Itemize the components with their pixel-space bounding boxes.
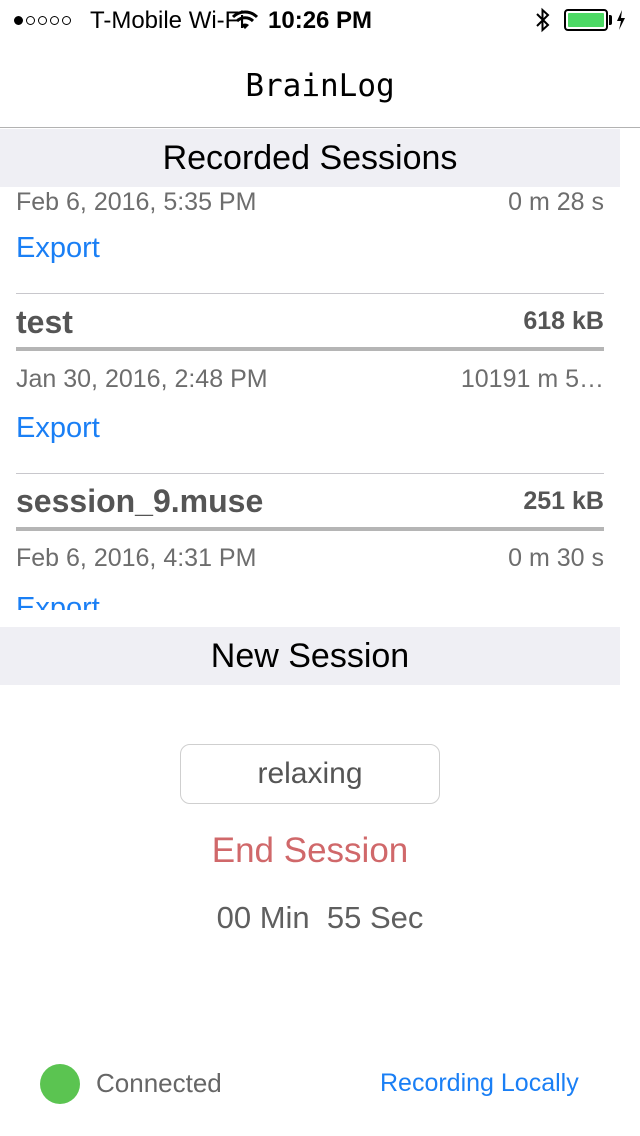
status-bar: T-Mobile Wi-Fi 10:26 PM bbox=[0, 0, 640, 40]
charging-bolt-icon bbox=[616, 9, 626, 36]
carrier-name: T-Mobile Wi-Fi bbox=[90, 7, 245, 34]
nav-title: BrainLog bbox=[245, 68, 395, 104]
session-name[interactable]: test bbox=[16, 303, 73, 341]
session-size: 251 kB bbox=[523, 487, 604, 515]
nav-divider bbox=[0, 127, 640, 128]
row-separator bbox=[16, 293, 604, 294]
export-button[interactable]: Export bbox=[16, 411, 100, 445]
bluetooth-icon bbox=[534, 7, 552, 38]
session-duration: 10191 m 5… bbox=[460, 365, 604, 393]
row-separator bbox=[16, 473, 604, 474]
end-session-button[interactable]: End Session bbox=[0, 830, 620, 872]
session-duration: 0 m 28 s bbox=[508, 188, 604, 216]
connection-status-icon bbox=[40, 1064, 80, 1104]
session-date: Feb 6, 2016, 4:31 PM bbox=[16, 544, 257, 572]
session-bar bbox=[16, 347, 604, 351]
section-header-new-session: New Session bbox=[0, 627, 620, 685]
session-name[interactable]: session_9.muse bbox=[16, 482, 263, 520]
recorded-sessions-list[interactable]: Feb 6, 2016, 5:35 PM 0 m 28 s Export tes… bbox=[0, 187, 640, 610]
session-bar bbox=[16, 527, 604, 531]
signal-strength-icon bbox=[14, 10, 71, 30]
battery-nub bbox=[609, 15, 612, 25]
clock-time: 10:26 PM bbox=[268, 7, 373, 34]
connection-status-label: Connected bbox=[96, 1068, 222, 1098]
session-label-field[interactable]: relaxing bbox=[180, 744, 440, 804]
recording-mode-button[interactable]: Recording Locally bbox=[380, 1066, 579, 1100]
section-header-recorded-sessions: Recorded Sessions bbox=[0, 129, 620, 187]
export-button[interactable]: Export bbox=[16, 231, 100, 265]
wifi-icon bbox=[231, 9, 259, 36]
export-button[interactable]: Export bbox=[16, 591, 100, 610]
session-date: Jan 30, 2016, 2:48 PM bbox=[16, 365, 268, 393]
session-timer: 00 Min 55 Sec bbox=[216, 900, 424, 935]
session-size: 618 kB bbox=[523, 307, 604, 335]
battery-icon bbox=[564, 9, 608, 31]
session-duration: 0 m 30 s bbox=[508, 544, 604, 572]
session-date: Feb 6, 2016, 5:35 PM bbox=[16, 188, 257, 216]
